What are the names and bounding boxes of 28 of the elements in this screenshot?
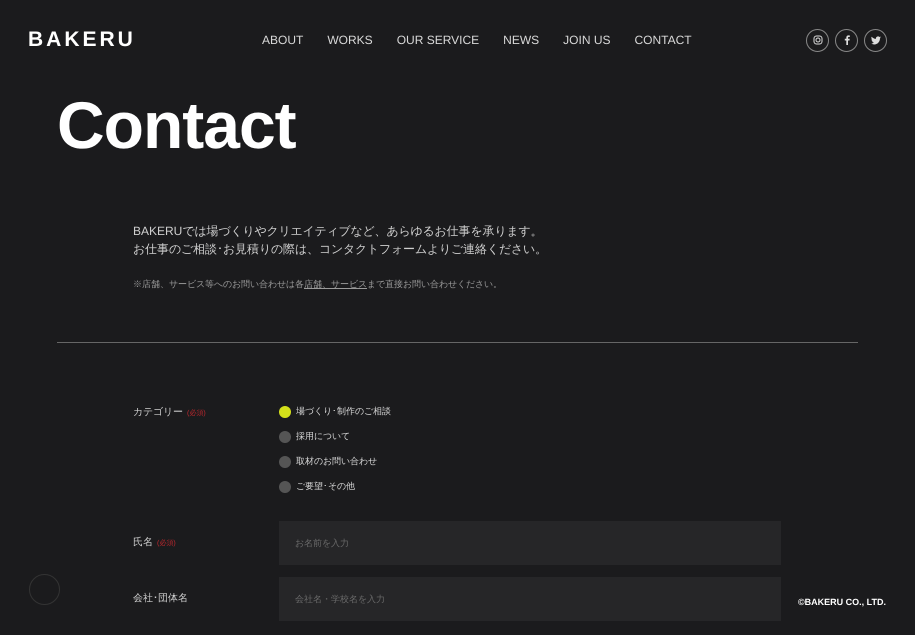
category-radio[interactable]: ご要望･その他 — [279, 480, 391, 494]
twitter-icon — [870, 36, 880, 44]
instagram-icon — [812, 35, 822, 45]
nav-link[interactable]: ABOUT — [262, 31, 304, 49]
category-radio[interactable]: 場づくり･制作のご相談 — [279, 404, 391, 420]
note-text: ※店舗、サービス等へのお問い合わせは各店舗、サービス まで直接お問い合わせください。 — [133, 278, 503, 291]
page-title: Contact — [57, 92, 297, 158]
social-button[interactable] — [835, 28, 858, 52]
nav-link[interactable]: CONTACT — [634, 31, 692, 49]
nav-link[interactable]: OUR SERVICE — [396, 31, 480, 49]
field-label: カテゴリー — [133, 406, 183, 420]
intro-text: BAKERUでは場づくりやクリエイティブなど、あらゆるお仕事を承ります。 — [133, 223, 544, 240]
field-label: 会社･団体名 — [133, 592, 188, 606]
social-button[interactable] — [806, 28, 829, 52]
nav-link[interactable]: WORKS — [327, 31, 373, 49]
intro-text: お仕事のご相談･お見積りの際は、コンタクトフォームよりご連絡ください。 — [133, 241, 548, 258]
nav-link[interactable]: JOIN US — [563, 31, 610, 49]
field-label: 氏名 — [133, 536, 153, 550]
text-input[interactable]: お名前を入力 — [279, 520, 781, 564]
text-input[interactable]: 会社名・学校名を入力 — [279, 576, 781, 620]
facebook-icon — [844, 35, 850, 45]
category-radio[interactable]: 取材のお問い合わせ — [279, 454, 391, 470]
logo[interactable]: BAKERU — [28, 24, 228, 56]
category-radio[interactable]: 採用について — [279, 430, 391, 444]
nav-link[interactable]: NEWS — [503, 31, 540, 49]
social-button[interactable] — [864, 28, 887, 52]
copyright: ©BAKERU CO., LTD. — [798, 596, 886, 609]
shop-service-link[interactable]: 店舗、サービス — [304, 279, 367, 289]
